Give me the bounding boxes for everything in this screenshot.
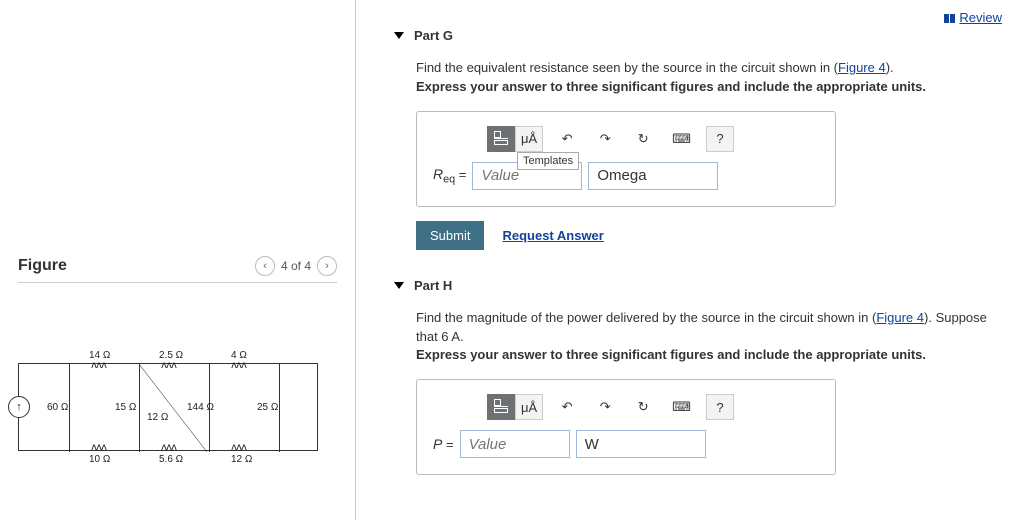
- request-answer-link[interactable]: Request Answer: [502, 228, 603, 243]
- unit-input[interactable]: [576, 430, 706, 458]
- review-icon: [944, 14, 956, 23]
- res-label: 25 Ω: [257, 402, 278, 413]
- figure-link[interactable]: Figure 4: [876, 310, 924, 325]
- variable-label: P =: [433, 436, 454, 452]
- res-label: 60 Ω: [47, 402, 68, 413]
- undo-button[interactable]: ↶: [553, 126, 581, 152]
- resistor-icon: ʌʌʌ: [91, 442, 106, 453]
- value-input[interactable]: [460, 430, 570, 458]
- help-button[interactable]: ?: [706, 394, 734, 420]
- part-h-title: Part H: [414, 278, 452, 293]
- pager-text: 4 of 4: [281, 259, 311, 273]
- pager-next-button[interactable]: ›: [317, 256, 337, 276]
- redo-button[interactable]: ↷: [591, 394, 619, 420]
- collapse-caret-icon[interactable]: [394, 282, 404, 289]
- figure-pager: ‹ 4 of 4 ›: [255, 256, 337, 276]
- figure-title: Figure: [18, 257, 67, 275]
- reset-button[interactable]: ↻: [629, 394, 657, 420]
- res-label: 15 Ω: [115, 402, 136, 413]
- submit-button[interactable]: Submit: [416, 221, 484, 250]
- keyboard-button[interactable]: ⌨: [667, 126, 696, 152]
- symbol-tool-button[interactable]: μÅ: [515, 126, 543, 152]
- figure-link[interactable]: Figure 4: [838, 60, 886, 75]
- undo-button[interactable]: ↶: [553, 394, 581, 420]
- keyboard-button[interactable]: ⌨: [667, 394, 696, 420]
- resistor-icon: ʌʌʌ: [161, 442, 176, 453]
- resistor-icon: ʌʌʌ: [231, 360, 246, 371]
- resistor-icon: ʌʌʌ: [91, 360, 106, 371]
- symbol-tool-button[interactable]: μÅ: [515, 394, 543, 420]
- current-source-icon: ↑: [8, 396, 30, 418]
- review-link[interactable]: Review: [944, 10, 1002, 25]
- pager-prev-button[interactable]: ‹: [255, 256, 275, 276]
- unit-input[interactable]: [588, 162, 718, 190]
- variable-label: Req =: [433, 166, 466, 186]
- part-g-title: Part G: [414, 28, 453, 43]
- help-button[interactable]: ?: [706, 126, 734, 152]
- collapse-caret-icon[interactable]: [394, 32, 404, 39]
- answer-box-g: μÅ ↶ ↷ ↻ ⌨ ? Templates Req =: [416, 111, 836, 207]
- part-h-prompt: Find the magnitude of the power delivere…: [416, 309, 1004, 366]
- res-label: 12 Ω: [231, 454, 252, 465]
- res-label: 10 Ω: [89, 454, 110, 465]
- reset-button[interactable]: ↻: [629, 126, 657, 152]
- part-g-prompt: Find the equivalent resistance seen by t…: [416, 59, 1004, 97]
- circuit-diagram: ↑ 14 Ω 2.5 Ω 4 Ω ʌʌʌ ʌʌʌ ʌʌʌ 60 Ω 15 Ω 1…: [18, 363, 318, 451]
- answer-box-h: μÅ ↶ ↷ ↻ ⌨ ? P =: [416, 379, 836, 475]
- resistor-icon: ʌʌʌ: [231, 442, 246, 453]
- templates-tooltip: Templates: [517, 152, 579, 170]
- redo-button[interactable]: ↷: [591, 126, 619, 152]
- fraction-tool-button[interactable]: [487, 394, 515, 420]
- res-label: 5.6 Ω: [159, 454, 183, 465]
- fraction-tool-button[interactable]: [487, 126, 515, 152]
